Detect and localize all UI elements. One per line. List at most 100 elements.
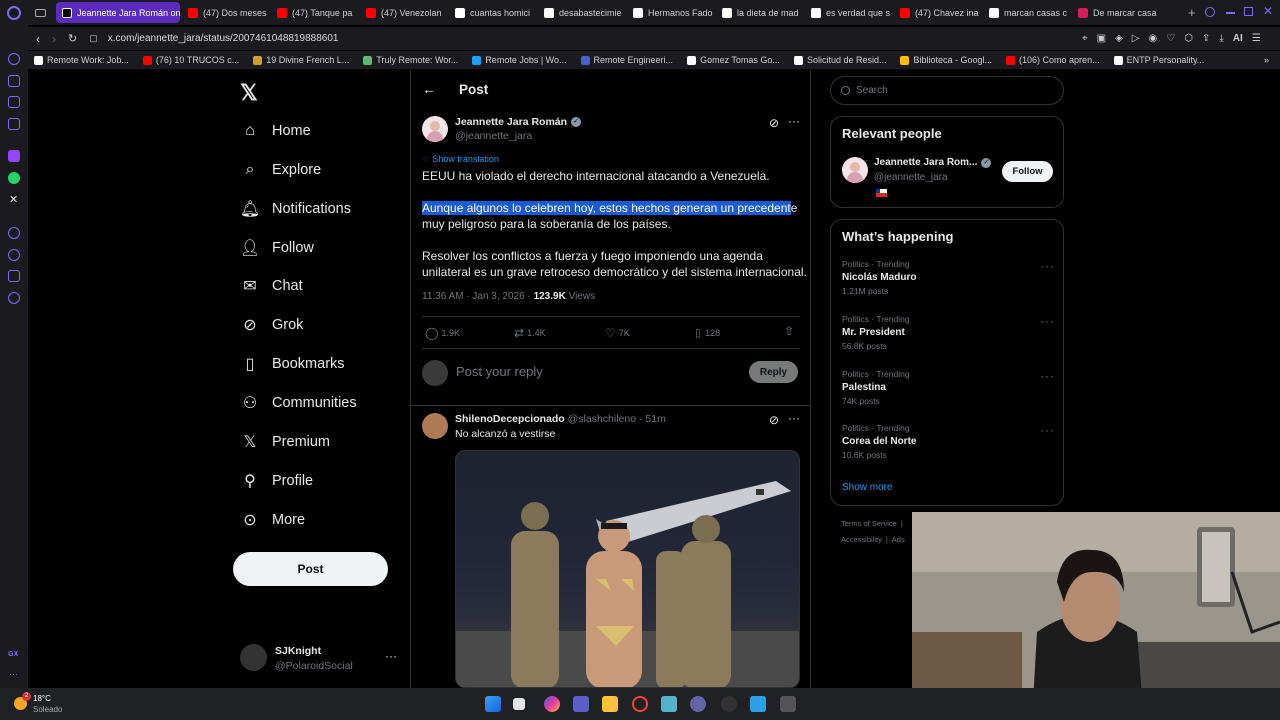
browser-tab[interactable]: la dieta de mad — [716, 2, 803, 23]
nav-item-more[interactable]: ⊙ More — [240, 505, 305, 535]
reply-button[interactable]: Reply — [749, 361, 798, 383]
reply-time[interactable]: · 51m — [639, 413, 666, 425]
workspaces-icon[interactable] — [35, 8, 46, 17]
ads-link[interactable]: Ads — [892, 535, 905, 544]
show-translation-link[interactable]: Show translation — [432, 154, 499, 164]
browser-tab[interactable]: Jeannette Jara Román on — [56, 2, 180, 23]
play-icon[interactable]: ▷ — [1132, 33, 1140, 44]
reply-author-handle[interactable]: @slashchileno — [568, 413, 636, 425]
reply-image[interactable] — [455, 450, 800, 688]
start-icon[interactable] — [485, 696, 501, 712]
author-handle[interactable]: @jeannette_jara — [455, 130, 532, 142]
relevant-person-name[interactable]: Jeannette Jara Rom... — [874, 157, 977, 168]
bookmark-item[interactable]: (106) Como apren... — [1006, 55, 1100, 65]
reply-input[interactable]: Post your reply — [456, 364, 543, 379]
relevant-person-handle[interactable]: @jeannette_jara — [874, 172, 948, 183]
browser-tab[interactable]: (47) Chavez ina — [894, 2, 981, 23]
screenshot-icon[interactable]: ▣ — [1097, 33, 1106, 44]
history-icon[interactable] — [8, 249, 20, 261]
nav-item-profile[interactable]: ⚲ Profile — [240, 466, 313, 496]
browser-tab[interactable]: cuantas homici — [449, 2, 536, 23]
vscode-icon[interactable] — [750, 696, 766, 712]
reply-grok-icon[interactable]: ⊘ — [769, 413, 779, 427]
download-icon[interactable]: ⤓ — [1219, 33, 1223, 44]
trend-more-icon[interactable]: ··· — [1040, 314, 1055, 328]
trend-item[interactable]: Politics · Trending Palestina 74K posts ··· — [842, 369, 1062, 406]
aria-icon[interactable] — [8, 53, 20, 65]
nav-item-follow[interactable]: 👤︎ Follow — [240, 233, 314, 263]
nav-item-bookmarks[interactable]: ▯ Bookmarks — [240, 349, 345, 379]
trend-item[interactable]: Politics · Trending Mr. President 56.8K po… — [842, 314, 1062, 351]
close-window-icon[interactable]: ✕ — [1263, 4, 1273, 18]
reload-icon[interactable]: ↻ — [68, 32, 77, 45]
whatsapp-icon[interactable] — [8, 172, 20, 184]
reply-action[interactable]: ◯ 1.9K — [425, 326, 460, 340]
reply-author-avatar[interactable] — [422, 413, 448, 439]
back-arrow-icon[interactable]: ← — [422, 81, 436, 97]
player-icon[interactable] — [8, 75, 20, 87]
bookmark-item[interactable]: 19 Divine French L... — [253, 55, 349, 65]
nav-item-premium[interactable]: 𝕏 Premium — [240, 427, 330, 457]
author-name[interactable]: Jeannette Jara Román — [455, 116, 567, 128]
notepad-icon[interactable] — [661, 696, 677, 712]
ai-button[interactable]: AI — [1233, 33, 1243, 44]
browser-tab[interactable]: es verdad que s — [805, 2, 892, 23]
opera-taskbar-icon[interactable] — [632, 696, 648, 712]
task-view-icon[interactable] — [513, 698, 525, 710]
github-icon[interactable] — [721, 696, 737, 712]
calculator-icon[interactable] — [780, 696, 796, 712]
weather-text[interactable]: Soleado — [33, 705, 62, 714]
bookmark-item[interactable]: Truly Remote: Wor... — [363, 55, 458, 65]
post-timestamp[interactable]: 11:36 AM · Jan 3, 2026 · — [422, 291, 534, 302]
x-app-icon[interactable]: ✕ — [9, 193, 18, 206]
account-switcher[interactable]: SJKnight @PolaroidSocial ··· — [240, 644, 400, 674]
messenger-icon[interactable] — [8, 96, 20, 108]
share-icon[interactable]: ⇪ — [1202, 33, 1210, 44]
show-more-link[interactable]: Show more — [842, 482, 893, 493]
bookmarks-more-icon[interactable]: » — [1264, 55, 1269, 65]
gx-label[interactable]: GX — [8, 651, 18, 658]
post-more-icon[interactable]: ··· — [788, 114, 800, 128]
trend-item[interactable]: Politics · Trending Corea del Norte 10.6K … — [842, 423, 1062, 460]
trend-more-icon[interactable]: ··· — [1040, 423, 1055, 437]
browser-tab[interactable]: De marcar casa — [1072, 2, 1159, 23]
bookmark-item[interactable]: ENTP Personality... — [1113, 55, 1204, 65]
browser-tab[interactable]: marcan casas c — [983, 2, 1070, 23]
browser-tab[interactable]: (47) Dos meses — [182, 2, 269, 23]
copilot-icon[interactable] — [544, 696, 560, 712]
teams-icon[interactable] — [573, 696, 589, 712]
nav-item-chat[interactable]: ✉ Chat — [240, 271, 302, 301]
bookmark-item[interactable]: Solicitud de Resid... — [793, 55, 886, 65]
bookmark-item[interactable]: (76) 10 TRUCOS c... — [142, 55, 239, 65]
menu-icon[interactable]: ☰ — [1252, 33, 1261, 44]
relevant-person-avatar[interactable] — [842, 157, 868, 183]
nav-item-home[interactable]: ⌂ Home — [240, 116, 311, 146]
bookmark-item[interactable]: Remote Jobs | Wo... — [472, 55, 567, 65]
follow-button[interactable]: Follow — [1002, 161, 1053, 182]
maximize-icon[interactable] — [1244, 7, 1253, 16]
author-avatar[interactable] — [422, 116, 448, 142]
accessibility-link[interactable]: Accessibility — [841, 535, 882, 544]
reply-more-icon[interactable]: ··· — [788, 411, 800, 425]
back-icon[interactable]: ‹ — [36, 32, 40, 46]
heart-icon[interactable]: ♡ — [1166, 33, 1175, 44]
opera-logo-icon[interactable] — [7, 5, 21, 20]
url-field[interactable]: x.com/jeannette_jara/status/200746104881… — [108, 33, 339, 44]
nav-item-notifications[interactable]: 🔔︎ Notifications — [240, 194, 351, 224]
chat-icon[interactable] — [8, 227, 20, 239]
terms-link[interactable]: Terms of Service — [841, 519, 897, 528]
search-box[interactable]: Search — [830, 76, 1064, 105]
nav-item-grok[interactable]: ⊘ Grok — [240, 310, 303, 340]
account-more-icon[interactable]: ··· — [385, 649, 397, 663]
shield-icon[interactable]: ◈ — [1115, 33, 1123, 44]
trend-more-icon[interactable]: ··· — [1040, 259, 1055, 273]
new-tab-icon[interactable]: + — [1188, 5, 1196, 20]
x-logo-icon[interactable]: 𝕏 — [240, 80, 258, 106]
browser-tab[interactable]: desabastecimie — [538, 2, 625, 23]
repost-action[interactable]: ⇄ 1.4K — [514, 326, 546, 340]
trend-more-icon[interactable]: ··· — [1040, 369, 1055, 383]
extensions-icon[interactable]: ⬡ — [1184, 33, 1193, 44]
tab-search-icon[interactable] — [1205, 7, 1215, 17]
bookmark-item[interactable]: Remote Engineeri... — [580, 55, 673, 65]
camera-icon[interactable]: ◉ — [1149, 33, 1158, 44]
